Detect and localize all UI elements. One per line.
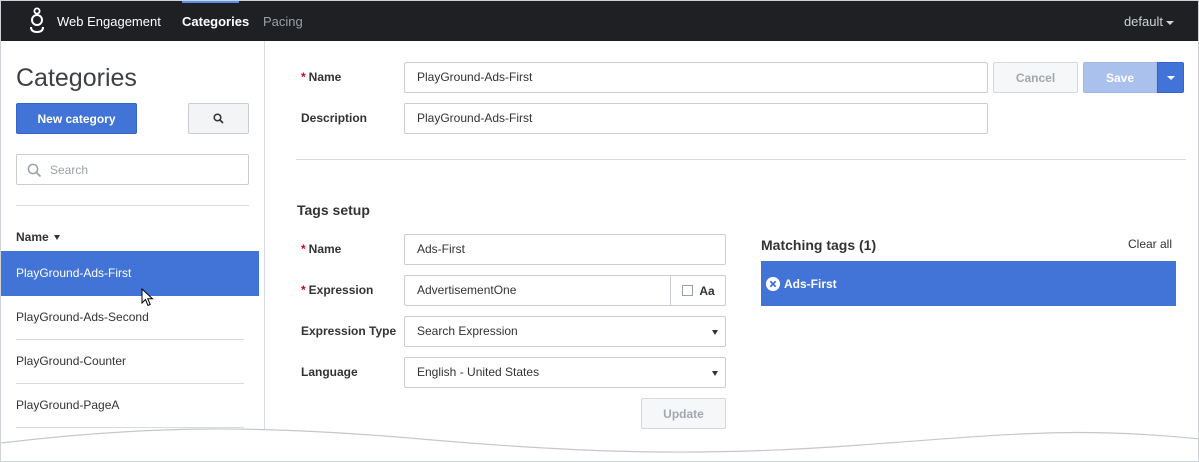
expression-label-text: Expression — [308, 283, 374, 297]
new-category-button[interactable]: New category — [16, 103, 137, 134]
tag-name-label-text: Name — [308, 242, 342, 256]
case-sensitive-checkbox[interactable] — [682, 285, 694, 296]
column-header-label: Name — [16, 230, 49, 244]
category-name-input[interactable]: PlayGround-Ads-First — [404, 62, 988, 93]
sort-down-icon — [53, 235, 60, 241]
search-toggle-button[interactable] — [188, 103, 249, 134]
remove-tag-icon[interactable] — [766, 277, 780, 291]
divider — [296, 159, 1186, 160]
sidebar-title: Categories — [16, 64, 137, 92]
search-icon — [213, 113, 224, 124]
matching-tags-title: Matching tags (1) — [761, 237, 877, 253]
description-input[interactable]: PlayGround-Ads-First — [404, 103, 988, 134]
tag-name-input[interactable]: Ads-First — [404, 234, 726, 265]
name-label: * Name — [301, 70, 341, 84]
expression-value: AdvertisementOne — [417, 283, 517, 297]
chevron-down-icon — [1166, 75, 1175, 80]
category-item-label: PlayGround-Ads-Second — [16, 310, 149, 324]
category-list-item[interactable]: PlayGround-Ads-First — [1, 251, 259, 296]
tag-name-label: * Name — [301, 242, 341, 256]
nav-active-indicator — [182, 1, 239, 3]
search-field[interactable] — [16, 154, 249, 185]
search-icon — [27, 163, 42, 178]
expression-type-value: Search Expression — [417, 324, 518, 338]
name-column-header[interactable]: Name — [16, 230, 60, 244]
user-menu-label: default — [1123, 14, 1163, 29]
description-label: Description — [301, 111, 368, 125]
category-item-label: PlayGround-Counter — [16, 354, 127, 368]
required-marker: * — [301, 242, 306, 256]
divider — [16, 205, 249, 206]
language-value: English - United States — [417, 365, 540, 379]
expression-type-select[interactable]: Search Expression — [404, 316, 726, 347]
expression-label: * Expression — [301, 283, 373, 297]
top-navigation-bar: Web Engagement Categories Pacing default — [1, 1, 1198, 41]
matching-tag-label: Ads-First — [784, 277, 837, 291]
dropdown-arrow-icon — [712, 330, 718, 335]
case-sensitive-toggle[interactable]: Aa — [670, 275, 726, 306]
tags-setup-title: Tags setup — [297, 202, 370, 218]
app-window: Web Engagement Categories Pacing default… — [0, 0, 1199, 462]
torn-edge-decoration — [1, 428, 1198, 461]
category-editor: * Name PlayGround-Ads-First Cancel Save D… — [281, 41, 1198, 461]
nav-tab-pacing[interactable]: Pacing — [263, 14, 303, 29]
case-sensitive-label: Aa — [699, 283, 715, 298]
category-list-item[interactable]: PlayGround-Counter — [1, 339, 259, 384]
language-select[interactable]: English - United States — [404, 357, 726, 388]
dropdown-arrow-icon — [712, 371, 718, 376]
expression-type-label: Expression Type — [301, 324, 397, 338]
user-menu[interactable]: default — [1124, 14, 1174, 29]
save-button[interactable]: Save — [1083, 62, 1157, 93]
genesys-logo-icon — [30, 7, 44, 34]
category-list-item[interactable]: PlayGround-Ads-Second — [1, 295, 259, 340]
save-options-dropdown[interactable] — [1157, 62, 1184, 93]
matching-tag-item[interactable]: Ads-First — [761, 261, 1176, 306]
name-label-text: Name — [308, 70, 342, 84]
required-marker: * — [301, 70, 306, 84]
categories-sidebar: Categories New category Name PlayGround-… — [1, 41, 265, 461]
cancel-button[interactable]: Cancel — [993, 62, 1078, 93]
category-item-label: PlayGround-PageA — [16, 398, 120, 412]
category-item-label: PlayGround-Ads-First — [16, 266, 132, 280]
language-label: Language — [301, 365, 358, 379]
clear-all-link[interactable]: Clear all — [1128, 237, 1172, 251]
search-input[interactable] — [50, 160, 240, 180]
mouse-pointer-icon — [141, 288, 154, 307]
required-marker: * — [301, 283, 306, 297]
app-name: Web Engagement — [57, 14, 161, 29]
chevron-down-icon — [1166, 20, 1174, 25]
nav-tab-categories[interactable]: Categories — [182, 14, 249, 29]
